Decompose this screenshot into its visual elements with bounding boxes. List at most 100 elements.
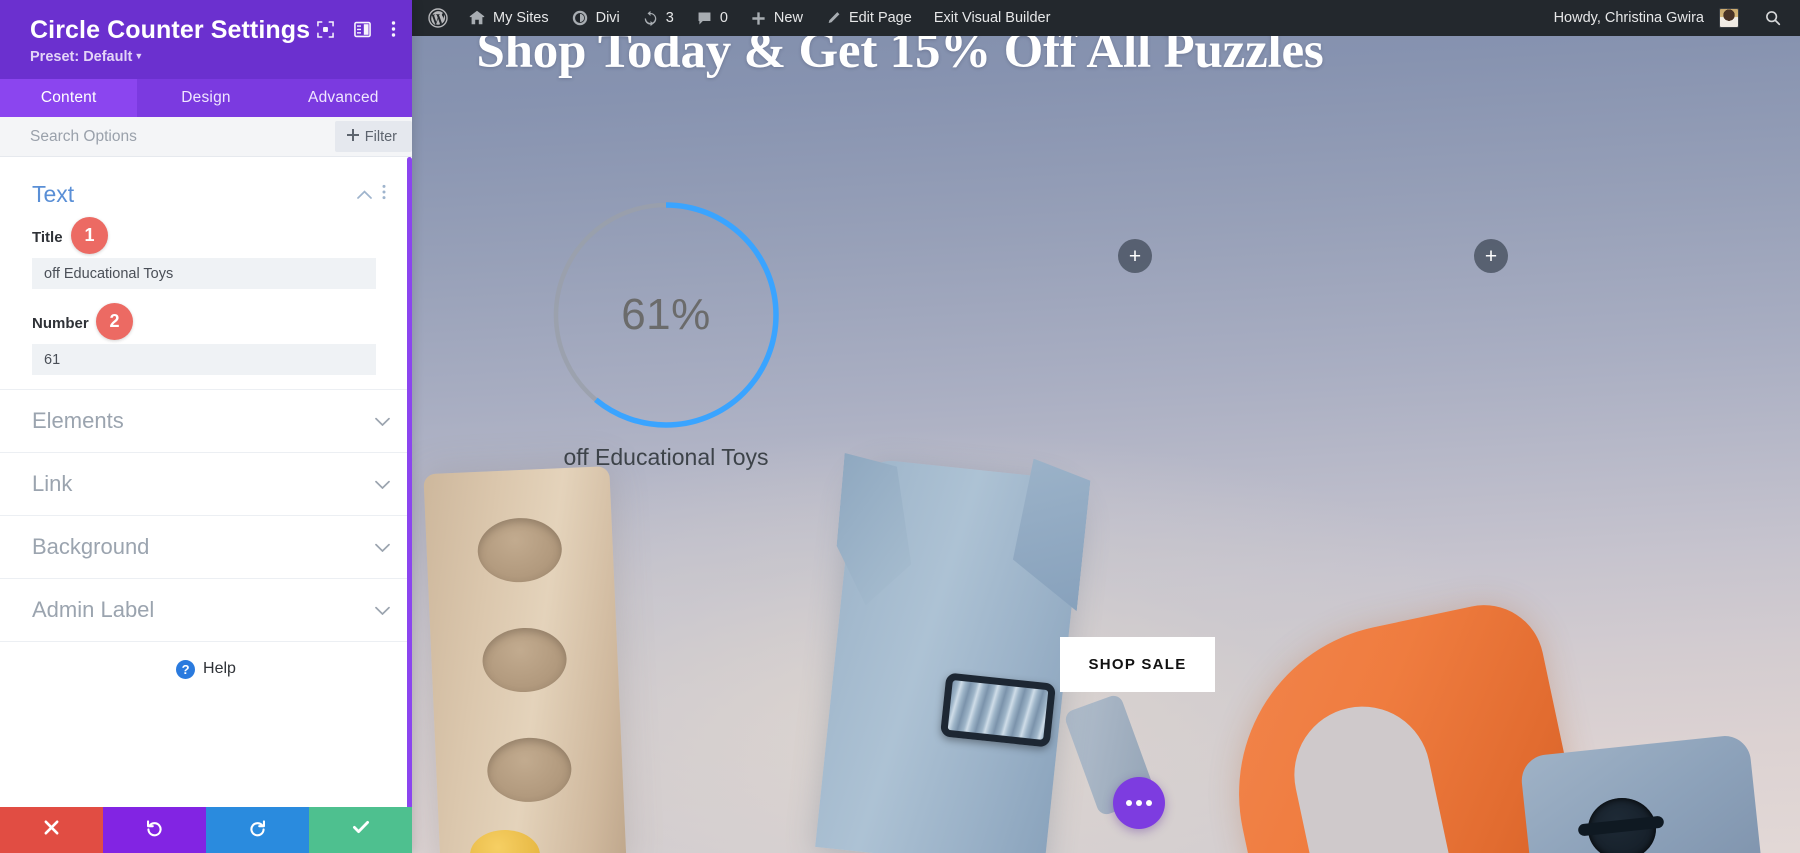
pencil-icon xyxy=(825,10,842,27)
accordion-link[interactable]: Link xyxy=(0,453,412,516)
field-number: Number 2 xyxy=(0,303,412,375)
photo-wrench-screw xyxy=(939,672,1057,748)
chevron-down-icon xyxy=(375,539,390,556)
accordion-admin-label-label: Admin Label xyxy=(32,597,155,622)
chevron-down-icon xyxy=(375,413,390,430)
settings-panel-footer xyxy=(0,807,412,853)
settings-panel-header: Circle Counter Settings Preset: Default ▼ xyxy=(0,0,412,79)
accordion-link-label: Link xyxy=(32,471,73,496)
undo-button[interactable] xyxy=(103,807,206,853)
divi-icon xyxy=(571,9,589,27)
help-label: Help xyxy=(203,660,236,677)
photo-plank-hole xyxy=(486,736,573,804)
dot-icon xyxy=(1126,800,1132,806)
kebab-menu-icon[interactable] xyxy=(378,184,390,205)
plus-icon: + xyxy=(1128,244,1142,268)
module-settings-panel: Circle Counter Settings Preset: Default ▼ xyxy=(0,0,412,853)
photo-plank-hole xyxy=(481,626,568,694)
undo-icon xyxy=(145,818,164,843)
tab-content[interactable]: Content xyxy=(0,79,138,117)
tab-advanced-label: Advanced xyxy=(308,89,379,106)
adminbar-comments-count: 0 xyxy=(719,10,728,26)
page-settings-dots-button[interactable] xyxy=(1113,777,1165,829)
adminbar-howdy-label: Howdy, Christina Gwira xyxy=(1553,10,1704,26)
adminbar-divi-label: Divi xyxy=(595,10,620,26)
cancel-button[interactable] xyxy=(0,807,103,853)
circle-counter-module[interactable]: 61% xyxy=(548,197,784,433)
add-module-button-right[interactable]: + xyxy=(1474,239,1508,273)
adminbar-edit-page-label: Edit Page xyxy=(848,10,912,26)
adminbar-search-button[interactable] xyxy=(1750,0,1800,36)
adminbar-item-edit-page[interactable]: Edit Page xyxy=(814,0,923,36)
save-button[interactable] xyxy=(309,807,412,853)
adminbar-item-exit-visual-builder[interactable]: Exit Visual Builder xyxy=(923,0,1062,36)
dot-icon xyxy=(1136,800,1142,806)
step-badge-1: 1 xyxy=(71,217,108,254)
accordion-background[interactable]: Background xyxy=(0,516,412,579)
settings-header-icons xyxy=(317,20,396,38)
tab-design-label: Design xyxy=(181,89,231,106)
shop-sale-button[interactable]: SHOP SALE xyxy=(1060,637,1215,692)
title-input[interactable] xyxy=(32,258,376,289)
adminbar-item-my-sites[interactable]: My Sites xyxy=(457,0,560,36)
help-icon: ? xyxy=(176,659,196,679)
adminbar-my-sites-label: My Sites xyxy=(493,10,549,26)
field-number-label: Number xyxy=(32,315,89,332)
photo-wood-plank xyxy=(423,466,627,853)
accordion-elements[interactable]: Elements xyxy=(0,390,412,453)
circle-counter-percent: 61% xyxy=(621,290,711,339)
adminbar-exit-vb-label: Exit Visual Builder xyxy=(933,10,1051,26)
kebab-menu-icon[interactable] xyxy=(391,20,396,38)
step-badge-2: 2 xyxy=(96,303,133,340)
redo-icon xyxy=(248,818,267,843)
panel-scrollbar[interactable] xyxy=(406,157,412,807)
search-input[interactable] xyxy=(0,127,335,146)
circle-counter-title: off Educational Toys xyxy=(563,444,769,470)
accordion-admin-label[interactable]: Admin Label xyxy=(0,579,412,642)
section-text: Text Title 1 off Educational Toys Number… xyxy=(0,157,412,390)
redo-button[interactable] xyxy=(206,807,309,853)
adminbar-item-divi[interactable]: Divi xyxy=(560,0,631,36)
tab-advanced[interactable]: Advanced xyxy=(275,79,412,117)
check-icon xyxy=(351,817,371,843)
adminbar-item-new[interactable]: New xyxy=(739,0,814,36)
layout-icon[interactable] xyxy=(354,21,371,38)
preset-selector[interactable]: Preset: Default ▼ xyxy=(30,49,390,65)
section-text-header[interactable]: Text xyxy=(0,179,412,209)
settings-panel-body: Text Title 1 off Educational Toys Number… xyxy=(0,157,412,807)
field-title: Title 1 xyxy=(0,217,412,289)
add-module-button-left[interactable]: + xyxy=(1118,239,1152,273)
close-icon xyxy=(43,819,60,842)
adminbar-item-wp-logo[interactable] xyxy=(412,0,457,36)
adminbar-updates-count: 3 xyxy=(665,10,674,26)
adminbar-item-updates[interactable]: 3 xyxy=(631,0,685,36)
plus-icon xyxy=(750,10,767,27)
wordpress-admin-bar: My Sites Divi 3 0 New Edit Page Exit Vis… xyxy=(412,0,1800,36)
settings-tabs: Content Design Advanced xyxy=(0,79,412,117)
expand-icon[interactable] xyxy=(317,20,334,38)
tab-design[interactable]: Design xyxy=(137,79,274,117)
search-icon xyxy=(1764,9,1782,27)
tab-content-label: Content xyxy=(40,89,97,106)
photo-plank-hole xyxy=(476,516,564,584)
adminbar-item-comments[interactable]: 0 xyxy=(685,0,739,36)
filter-button[interactable]: Filter xyxy=(334,121,412,152)
wordpress-icon xyxy=(428,8,448,28)
avatar xyxy=(1719,8,1739,28)
section-text-title: Text xyxy=(32,180,75,207)
panel-scrollbar-thumb[interactable] xyxy=(407,157,412,807)
filter-button-label: Filter xyxy=(364,128,397,145)
adminbar-item-account[interactable]: Howdy, Christina Gwira xyxy=(1543,0,1750,36)
shop-sale-label: SHOP SALE xyxy=(1088,656,1187,673)
updates-icon xyxy=(642,10,659,27)
help-link[interactable]: ? Help xyxy=(0,642,412,696)
chevron-up-icon[interactable] xyxy=(351,186,378,203)
adminbar-new-label: New xyxy=(773,10,803,26)
number-input[interactable] xyxy=(32,344,376,375)
accordion-elements-label: Elements xyxy=(32,408,124,433)
chevron-down-icon: ▼ xyxy=(134,51,144,61)
comment-icon xyxy=(696,10,713,27)
chevron-down-icon xyxy=(375,476,390,493)
preset-label: Preset: Default xyxy=(30,49,133,65)
chevron-down-icon xyxy=(375,602,390,619)
